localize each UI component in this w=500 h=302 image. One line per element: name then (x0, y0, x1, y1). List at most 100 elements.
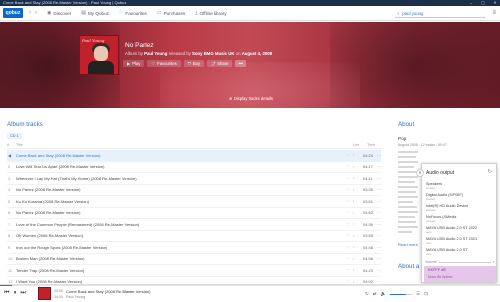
track-more-icon[interactable]: ⋯ (375, 245, 381, 250)
column-time: Time (367, 143, 376, 147)
next-icon[interactable]: ⏭ (20, 290, 25, 297)
audio-device-item[interactable]: MAYA USB Audio 2.0 ST asio (426, 247, 494, 258)
track-more-icon[interactable]: ⋯ (375, 176, 381, 181)
heart-icon[interactable]: ♡ (346, 164, 353, 169)
audio-device-item[interactable]: Intel(R) HD Audio Device wasapi (426, 203, 494, 214)
track-more-icon[interactable]: ⋯ (375, 268, 381, 273)
repeat-icon[interactable]: ↻ (365, 291, 369, 297)
track-more-icon[interactable]: ⋯ (375, 210, 381, 215)
track-duration: 03:35 (363, 187, 374, 193)
buy-button[interactable]: ⛉ Buy (183, 60, 205, 67)
track-more-icon[interactable]: ⋯ (375, 199, 381, 204)
pause-icon[interactable]: ⏸ (13, 290, 16, 297)
heart-icon[interactable]: ♡ (346, 153, 353, 158)
audio-device-item[interactable]: Digital Audio (S/PDIF) wasapi (426, 192, 494, 203)
audio-device-item[interactable]: MAYA USB Audio 2.0 ST 2022 asio (426, 225, 494, 236)
history-arrows: ‹ › (29, 10, 37, 16)
speaker-icon[interactable]: 🔈 (381, 291, 387, 297)
queue-icon[interactable]: ☰ (416, 291, 420, 297)
device-type: asio (426, 241, 432, 245)
heart-icon[interactable]: ♡ (346, 187, 353, 192)
nav-item-label: Offline library (199, 10, 227, 16)
track-row[interactable]: 6 No Parlez (2008 Re-Master Version) ♡ ▪ 04:… (7, 208, 381, 219)
album-label-link[interactable]: Sony BMG Music UK (192, 51, 235, 56)
heart-icon[interactable]: ♡ (346, 199, 353, 204)
details-icon: ⊕ (229, 96, 233, 101)
track-more-icon[interactable]: ⋯ (375, 222, 381, 227)
nav-item-favourites[interactable]: ♡ Favourites (119, 10, 147, 16)
menu-icon[interactable]: ≡ (492, 10, 496, 16)
nav-item-offline-library[interactable]: ⤓ Offline library (195, 10, 226, 16)
track-number: ◀ (7, 153, 16, 158)
read-more-link[interactable]: Read more (398, 242, 418, 247)
nav-item-purchases[interactable]: ▭ Purchases (157, 10, 185, 16)
volume-track[interactable] (438, 261, 491, 263)
track-number: 6 (8, 210, 11, 216)
audio-output-icon[interactable]: ⊡ (424, 291, 428, 297)
window-title: Come Back and Stay (2008 Re-Master Versi… (3, 0, 127, 5)
audio-output-popup: ✕ Audio output ↻ Speakers wasapi Digital A… (416, 163, 497, 283)
heart-icon[interactable]: ♡ (346, 222, 353, 227)
previous-icon[interactable]: ⏮ (4, 290, 9, 297)
device-type: wasapi (426, 208, 436, 212)
back-arrow-icon[interactable]: ‹ (29, 10, 31, 16)
track-more-icon[interactable]: ⋯ (375, 164, 381, 169)
playback-progress[interactable] (0, 285, 500, 286)
track-duration: 04:17 (363, 164, 374, 170)
nav-item-discover[interactable]: ◉ Discover (47, 10, 71, 16)
track-more-icon[interactable]: ⋯ (375, 233, 381, 238)
now-playing-artist[interactable]: Paul Young (66, 295, 85, 299)
track-row[interactable]: ◀ Come Back and Stay (2008 Re-Master Vers… (7, 150, 381, 162)
shuffle-icon[interactable]: ⇄ (373, 291, 377, 297)
track-title: Love of the Common People (Remastered) (… (16, 221, 140, 227)
heart-icon[interactable]: ♡ (346, 210, 353, 215)
search-field[interactable]: ⌕ paul young (395, 9, 485, 18)
display-tracks-details[interactable]: ⊕ Display tracks details (229, 96, 273, 101)
audio-device-item[interactable]: MAYA USB Audio 2.0 ST 2021 asio (426, 236, 494, 247)
track-row[interactable]: 10 Broken Man (2008 Re-Master Version) ♡ ▪ 0… (7, 254, 381, 265)
track-row[interactable]: 3 Wherever I Lay My Hat (That's My Home) … (7, 173, 381, 185)
track-row[interactable]: 2 Love Will Tear Us Apart (2008 Re-Master… (7, 162, 381, 173)
nav-item-my-qobuz[interactable]: ▤ My Qobuz (81, 10, 109, 16)
search-input[interactable]: paul young (402, 11, 423, 16)
heart-icon[interactable]: ♡ (346, 233, 353, 238)
track-duration: 04:39 (363, 221, 374, 227)
now-playing-title[interactable]: Come Back and Stay (2008 Re-Master Versi… (66, 289, 150, 294)
play-icon: ▶ (127, 61, 131, 66)
track-duration: 04:08 (363, 256, 374, 262)
track-number: 10 (8, 256, 13, 262)
heart-icon[interactable]: ♡ (346, 176, 353, 181)
refresh-icon[interactable]: ↻ (487, 169, 492, 175)
track-more-icon[interactable]: ⋯ (375, 153, 381, 158)
track-title: Wherever I Lay My Hat (That's My Home) (… (16, 175, 137, 181)
selected-audio-device[interactable]: KKFFF dB Music Bit Optimiz (424, 266, 496, 282)
track-row[interactable]: 11 Tender Trap (2008 Re-Master Version) ♡ ▪… (7, 265, 381, 277)
heart-icon[interactable]: ♡ (346, 268, 353, 273)
track-row[interactable]: 8 Oh Women (2008 Re-Master Version) ♡ ▪ 03:5… (7, 231, 381, 242)
more-icon[interactable]: ⋯ (129, 289, 134, 295)
album-artist-link[interactable]: Paul Young (144, 51, 167, 56)
track-more-icon[interactable]: ⋯ (375, 256, 381, 261)
share-icon: ⤴ (211, 61, 216, 66)
player-cover[interactable] (38, 287, 51, 300)
album-actions: ▶ Play ♡ Favourites ⛉ Buy ⤴ Share ••• (123, 60, 246, 67)
track-row[interactable]: 5 Ku Ku Kurama (2008 Re-Master Version) ♡ ▪… (7, 196, 381, 208)
volume-slider[interactable] (390, 293, 413, 295)
track-row[interactable]: 9 Iron out the Rough Spots (2008 Re-Maste… (7, 242, 381, 254)
heart-icon[interactable]: ♡ (346, 256, 353, 261)
audio-device-item[interactable]: Speakers wasapi (426, 181, 494, 192)
close-icon[interactable]: ✕ (416, 169, 424, 177)
qobuz-logo[interactable]: qobuz (3, 8, 23, 18)
more-options-button[interactable]: ••• (235, 60, 246, 67)
heart-icon[interactable]: ♡ (346, 245, 353, 250)
track-title: Oh Women (2008 Re-Master Version) (16, 233, 84, 239)
track-row[interactable]: 7 Love of the Common People (Remastered) … (7, 219, 381, 231)
track-row[interactable]: 4 No Parlez (2008 Re-Master Version) ♡ ▪ 03:… (7, 185, 381, 196)
forward-arrow-icon[interactable]: › (35, 10, 37, 16)
heart-icon[interactable]: ♡ (122, 289, 126, 295)
share-button[interactable]: ⤴ Share (207, 60, 233, 67)
favourites-button[interactable]: ♡ Favourites (147, 60, 181, 67)
track-more-icon[interactable]: ⋯ (375, 187, 381, 192)
play-button[interactable]: ▶ Play (123, 60, 145, 67)
audio-device-item[interactable]: NoFocus (XMedia wasapi (426, 214, 494, 225)
